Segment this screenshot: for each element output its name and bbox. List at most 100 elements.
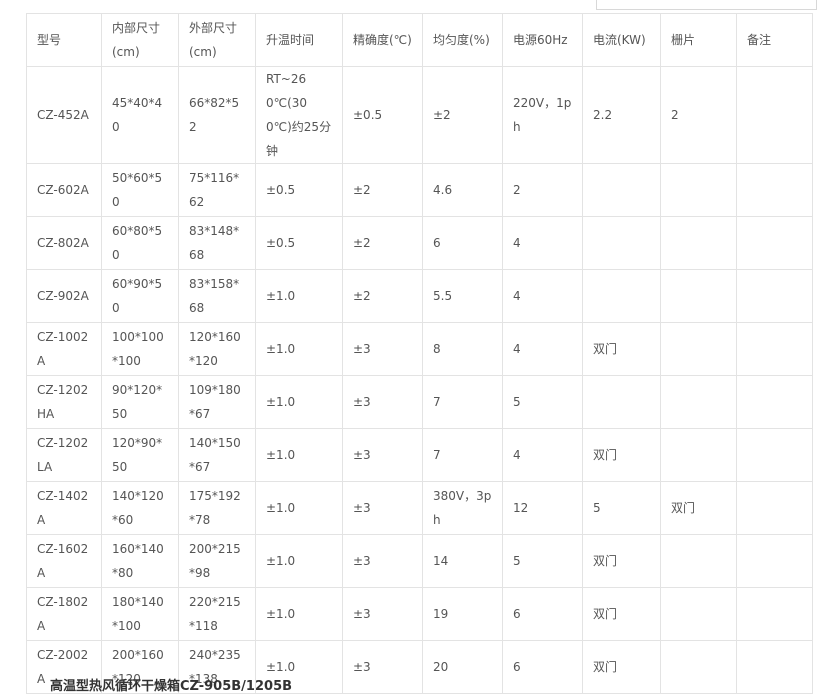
cell: CZ-602A <box>26 163 102 217</box>
cell: 5.5 <box>422 269 503 323</box>
cell: ±0.5 <box>255 163 343 217</box>
cell: 双门 <box>582 640 661 694</box>
table-row: CZ-802A 60*80*50 83*148*68 ±0.5 ±2 6 4 <box>26 216 813 270</box>
cell: 6 <box>502 587 583 641</box>
cell: ±2 <box>342 216 423 270</box>
cell: 5 <box>502 534 583 588</box>
cell: 175*192*78 <box>178 481 256 535</box>
cell <box>736 66 813 164</box>
cell: 8 <box>422 322 503 376</box>
cell: ±1.0 <box>255 375 343 429</box>
header-grid: 栅片 <box>660 13 737 67</box>
cell: 45*40*40 <box>101 66 179 164</box>
cell: CZ-1002A <box>26 322 102 376</box>
cell <box>660 269 737 323</box>
cell <box>736 269 813 323</box>
cell <box>736 375 813 429</box>
header-power: 电源60Hz <box>502 13 583 67</box>
header-uniformity: 均匀度(%) <box>422 13 503 67</box>
cell: 75*116*62 <box>178 163 256 217</box>
cell: ±3 <box>342 640 423 694</box>
header-outer-size: 外部尺寸(cm) <box>178 13 256 67</box>
cell: 双门 <box>582 534 661 588</box>
cell: CZ-452A <box>26 66 102 164</box>
cell <box>736 428 813 482</box>
cell <box>736 534 813 588</box>
cell: ±1.0 <box>255 481 343 535</box>
cell: ±3 <box>342 481 423 535</box>
cell: 5 <box>582 481 661 535</box>
cell <box>660 163 737 217</box>
cell: 6 <box>502 640 583 694</box>
cell: ±1.0 <box>255 587 343 641</box>
search-input[interactable] <box>596 0 817 10</box>
cell <box>736 481 813 535</box>
cell: 380V，3ph <box>422 481 503 535</box>
header-current: 电流(KW) <box>582 13 661 67</box>
cell: ±1.0 <box>255 428 343 482</box>
cell <box>736 163 813 217</box>
cell: 6 <box>422 216 503 270</box>
cell <box>660 640 737 694</box>
table-row: CZ-452A 45*40*40 66*82*52 RT~260℃(300℃)约… <box>26 66 813 164</box>
cell: RT~260℃(300℃)约25分钟 <box>255 66 343 164</box>
cell: 140*120*60 <box>101 481 179 535</box>
cell: 90*120*50 <box>101 375 179 429</box>
cell: 19 <box>422 587 503 641</box>
cell: 双门 <box>660 481 737 535</box>
cell: 2.2 <box>582 66 661 164</box>
cell: CZ-1602A <box>26 534 102 588</box>
cell: CZ-1202HA <box>26 375 102 429</box>
header-accuracy: 精确度(℃) <box>342 13 423 67</box>
cell: CZ-802A <box>26 216 102 270</box>
cell: 120*90*50 <box>101 428 179 482</box>
cell: ±0.5 <box>255 216 343 270</box>
cell: 20 <box>422 640 503 694</box>
cell: 4.6 <box>422 163 503 217</box>
cell: ±3 <box>342 375 423 429</box>
cell <box>736 640 813 694</box>
cell: 7 <box>422 428 503 482</box>
cell <box>660 428 737 482</box>
cell: 200*215*98 <box>178 534 256 588</box>
table-row: CZ-1202HA 90*120*50 109*180*67 ±1.0 ±3 7… <box>26 375 813 429</box>
cell: 66*82*52 <box>178 66 256 164</box>
cell: 180*140*100 <box>101 587 179 641</box>
cell <box>736 216 813 270</box>
table-header-row: 型号 内部尺寸(cm) 外部尺寸(cm) 升温时间 精确度(℃) 均匀度(%) … <box>26 13 813 67</box>
cell: CZ-1802A <box>26 587 102 641</box>
cell: 60*90*50 <box>101 269 179 323</box>
cell: ±3 <box>342 587 423 641</box>
cell: 2 <box>502 163 583 217</box>
table-row: CZ-1402A 140*120*60 175*192*78 ±1.0 ±3 3… <box>26 481 813 535</box>
cell: 7 <box>422 375 503 429</box>
table-row: CZ-602A 50*60*50 75*116*62 ±0.5 ±2 4.6 2 <box>26 163 813 217</box>
cell: 双门 <box>582 322 661 376</box>
cell: 220*215*118 <box>178 587 256 641</box>
cell: ±0.5 <box>342 66 423 164</box>
cell: ±3 <box>342 322 423 376</box>
table-row: CZ-902A 60*90*50 83*158*68 ±1.0 ±2 5.5 4 <box>26 269 813 323</box>
cell: 4 <box>502 322 583 376</box>
cell <box>582 375 661 429</box>
cell: 109*180*67 <box>178 375 256 429</box>
cell <box>736 322 813 376</box>
cell: 83*148*68 <box>178 216 256 270</box>
cell: CZ-1402A <box>26 481 102 535</box>
cell: 4 <box>502 428 583 482</box>
cell <box>660 375 737 429</box>
cell <box>582 269 661 323</box>
cell: 14 <box>422 534 503 588</box>
table-row: CZ-1802A 180*140*100 220*215*118 ±1.0 ±3… <box>26 587 813 641</box>
cell: CZ-902A <box>26 269 102 323</box>
header-remarks: 备注 <box>736 13 813 67</box>
cell <box>660 534 737 588</box>
cell: 160*140*80 <box>101 534 179 588</box>
cell <box>736 587 813 641</box>
cell <box>582 216 661 270</box>
table-row: CZ-1202LA 120*90*50 140*150*67 ±1.0 ±3 7… <box>26 428 813 482</box>
cell: 双门 <box>582 587 661 641</box>
cell: 100*100*100 <box>101 322 179 376</box>
cell: ±1.0 <box>255 269 343 323</box>
cell: 双门 <box>582 428 661 482</box>
